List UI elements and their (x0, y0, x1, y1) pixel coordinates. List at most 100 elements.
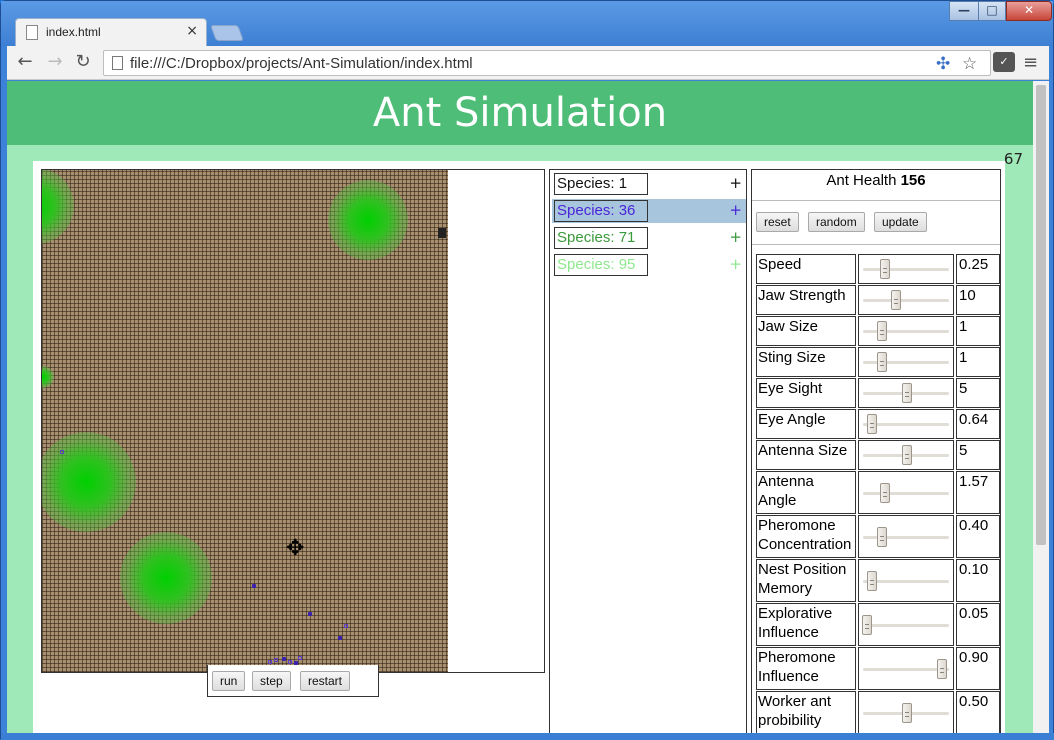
minimize-button[interactable]: — (949, 1, 979, 21)
param-slider[interactable] (858, 647, 954, 690)
food-source (120, 532, 212, 624)
reset-button[interactable]: reset (756, 212, 799, 232)
address-url[interactable]: file:///C:/Dropbox/projects/Ant-Simulati… (130, 55, 473, 72)
main-container: ✥ run step restart Species: 1 + Species:… (33, 161, 1005, 733)
param-slider[interactable] (858, 559, 954, 602)
param-slider[interactable] (858, 603, 954, 646)
param-slider[interactable] (858, 347, 954, 377)
slider-thumb[interactable] (902, 702, 912, 723)
add-species-button[interactable]: + (729, 174, 742, 192)
species-item[interactable]: Species: 95 + (552, 253, 746, 277)
param-slider[interactable] (858, 691, 954, 733)
species-label[interactable]: Species: 36 (554, 200, 648, 222)
close-icon: ✕ (1023, 3, 1035, 17)
slider-track[interactable] (863, 535, 949, 539)
add-species-button[interactable]: + (729, 228, 742, 246)
step-button[interactable]: step (252, 671, 291, 691)
param-value-input[interactable]: 1 (956, 316, 1000, 346)
reload-icon[interactable]: ↻ (73, 52, 93, 72)
param-value-input[interactable]: 0.40 (956, 515, 1000, 558)
slider-thumb[interactable] (880, 259, 890, 279)
maximize-button[interactable]: □ (978, 1, 1006, 21)
param-slider[interactable] (858, 515, 954, 558)
param-value-input[interactable]: 0.25 (956, 254, 1000, 284)
slider-thumb[interactable] (866, 414, 877, 434)
slider-thumb[interactable] (866, 570, 877, 591)
scrollbar-thumb[interactable] (1036, 85, 1046, 545)
menu-icon[interactable]: ≡ (1023, 52, 1038, 73)
param-name: Eye Sight (756, 378, 856, 408)
slider-thumb[interactable] (877, 321, 888, 341)
new-tab-button[interactable] (210, 25, 244, 41)
species-item[interactable]: Species: 36 + (552, 199, 746, 223)
param-slider[interactable] (858, 440, 954, 470)
slider-thumb[interactable] (891, 290, 902, 310)
ant (338, 636, 342, 640)
bookmark-star-icon[interactable]: ☆ (962, 54, 977, 74)
slider-track[interactable] (863, 623, 949, 627)
page-title: Ant Simulation (7, 81, 1033, 145)
address-bar[interactable]: file:///C:/Dropbox/projects/Ant-Simulati… (103, 50, 991, 76)
update-button[interactable]: update (874, 212, 927, 232)
frame-counter: 67 (1003, 150, 1023, 168)
slider-thumb[interactable] (937, 658, 948, 679)
param-value-input[interactable]: 0.90 (956, 647, 1000, 690)
run-button[interactable]: run (212, 671, 246, 691)
forward-icon[interactable]: → (45, 52, 65, 72)
slider-track[interactable] (863, 361, 949, 364)
param-slider[interactable] (858, 254, 954, 284)
param-row: Pheromone Influence 0.90 (756, 647, 1000, 690)
param-slider[interactable] (858, 285, 954, 315)
param-name: Sting Size (756, 347, 856, 377)
slider-track[interactable] (863, 268, 949, 271)
close-window-button[interactable]: ✕ (1006, 1, 1052, 21)
back-icon[interactable]: ← (15, 52, 35, 72)
param-slider[interactable] (858, 378, 954, 408)
add-species-button[interactable]: + (729, 201, 742, 219)
restart-button[interactable]: restart (300, 671, 351, 691)
species-label[interactable]: Species: 95 (554, 254, 648, 276)
param-value-input[interactable]: 5 (956, 440, 1000, 470)
pocket-icon[interactable]: ✓ (993, 52, 1015, 72)
species-list: Species: 1 + Species: 36 + Species: 71 +… (549, 169, 747, 733)
species-label[interactable]: Species: 71 (554, 227, 648, 249)
slider-track[interactable] (863, 299, 949, 302)
species-item[interactable]: Species: 1 + (552, 172, 746, 196)
tab-close-icon[interactable]: × (186, 23, 198, 39)
slider-thumb[interactable] (880, 482, 890, 503)
add-species-button[interactable]: + (729, 255, 742, 273)
param-slider[interactable] (858, 316, 954, 346)
slider-thumb[interactable] (902, 445, 912, 465)
page-content: Ant Simulation 67 ✥ run step restart Spe… (7, 81, 1033, 733)
param-value-input[interactable]: 1.57 (956, 471, 1000, 514)
param-value-input[interactable]: 0.05 (956, 603, 1000, 646)
param-value-input[interactable]: 5 (956, 378, 1000, 408)
param-value-input[interactable]: 0.10 (956, 559, 1000, 602)
param-value-input[interactable]: 0.50 (956, 691, 1000, 733)
ant (252, 584, 256, 588)
param-slider[interactable] (858, 409, 954, 439)
param-value-input[interactable]: 10 (956, 285, 1000, 315)
param-value-input[interactable]: 0.64 (956, 409, 1000, 439)
param-value-input[interactable]: 1 (956, 347, 1000, 377)
species-item[interactable]: Species: 71 + (552, 226, 746, 250)
slider-thumb[interactable] (862, 614, 873, 635)
random-button[interactable]: random (808, 212, 865, 232)
file-icon (112, 56, 123, 70)
browser-window: index.html × — □ ✕ ← → ↻ file:///C:/Drop… (0, 0, 1054, 740)
slider-track[interactable] (863, 491, 949, 495)
extension-icon[interactable]: ✣ (936, 54, 950, 74)
param-row: Speed 0.25 (756, 254, 1000, 284)
param-slider[interactable] (858, 471, 954, 514)
food-source (42, 366, 54, 388)
slider-thumb[interactable] (902, 383, 912, 403)
slider-thumb[interactable] (877, 526, 888, 547)
slider-track[interactable] (863, 667, 949, 671)
slider-track[interactable] (863, 330, 949, 333)
page-scrollbar[interactable] (1033, 81, 1049, 733)
species-label[interactable]: Species: 1 (554, 173, 648, 195)
simulation-world[interactable]: ✥ (42, 170, 448, 672)
ant-settings-panel: Ant Health 156 reset random update Speed… (751, 169, 1001, 733)
browser-tab[interactable]: index.html × (15, 18, 207, 46)
slider-thumb[interactable] (877, 352, 888, 372)
